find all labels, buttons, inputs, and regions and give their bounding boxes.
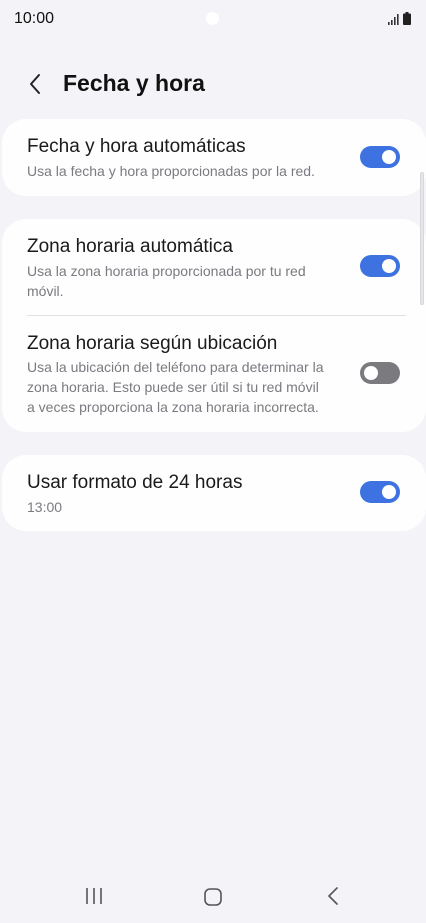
back-button[interactable] bbox=[20, 68, 52, 100]
setting-subtitle-line: Usa la zona horaria proporcionada por tu… bbox=[27, 263, 306, 279]
setting-24h-format[interactable]: Usar formato de 24 horas 13:00 bbox=[2, 455, 426, 531]
toggle-knob bbox=[382, 150, 396, 164]
format-24h-toggle[interactable] bbox=[360, 481, 400, 503]
setting-auto-timezone[interactable]: Zona horaria automática Usa la zona hora… bbox=[2, 219, 426, 315]
setting-subtitle-line: Usa la ubicación del teléfono para deter… bbox=[27, 359, 324, 375]
auto-timezone-toggle[interactable] bbox=[360, 255, 400, 277]
toggle-knob bbox=[382, 259, 396, 273]
home-icon[interactable] bbox=[203, 887, 223, 907]
page-title: Fecha y hora bbox=[63, 70, 205, 96]
app-header: Fecha y hora bbox=[0, 62, 426, 106]
location-timezone-toggle[interactable] bbox=[360, 362, 400, 384]
setting-subtitle-line: a veces proporciona la zona horaria inco… bbox=[27, 399, 319, 415]
settings-screen: 10:00 Fecha y hora Fecha y hora automáti… bbox=[0, 0, 426, 923]
setting-title: Zona horaria automática bbox=[27, 236, 233, 257]
camera-cutout bbox=[206, 12, 219, 25]
setting-title: Fecha y hora automáticas bbox=[27, 136, 246, 157]
toggle-knob bbox=[382, 485, 396, 499]
battery-icon bbox=[403, 12, 411, 25]
scrollbar[interactable] bbox=[420, 172, 424, 305]
setting-subtitle-line: zona horaria. Esto puede ser útil si tu … bbox=[27, 379, 319, 395]
setting-location-timezone[interactable]: Zona horaria según ubicación Usa la ubic… bbox=[2, 316, 426, 432]
setting-subtitle: Usa la fecha y hora proporcionadas por l… bbox=[27, 163, 315, 179]
setting-subtitle-line: móvil. bbox=[27, 283, 64, 299]
card-auto-datetime: Fecha y hora automáticas Usa la fecha y … bbox=[2, 119, 426, 196]
auto-datetime-toggle[interactable] bbox=[360, 146, 400, 168]
setting-title: Usar formato de 24 horas bbox=[27, 472, 243, 493]
signal-icon bbox=[388, 14, 399, 25]
setting-subtitle: 13:00 bbox=[27, 499, 63, 515]
navigation-bar bbox=[0, 870, 426, 923]
status-time: 10:00 bbox=[14, 10, 55, 27]
back-icon[interactable] bbox=[323, 886, 343, 906]
card-24h-format: Usar formato de 24 horas 13:00 bbox=[2, 455, 426, 531]
card-timezone: Zona horaria automática Usa la zona hora… bbox=[2, 219, 426, 432]
setting-title: Zona horaria según ubicación bbox=[27, 333, 278, 354]
setting-auto-datetime[interactable]: Fecha y hora automáticas Usa la fecha y … bbox=[2, 119, 426, 196]
toggle-knob bbox=[364, 366, 378, 380]
status-bar: 10:00 bbox=[0, 0, 426, 40]
recents-icon[interactable] bbox=[84, 886, 104, 906]
